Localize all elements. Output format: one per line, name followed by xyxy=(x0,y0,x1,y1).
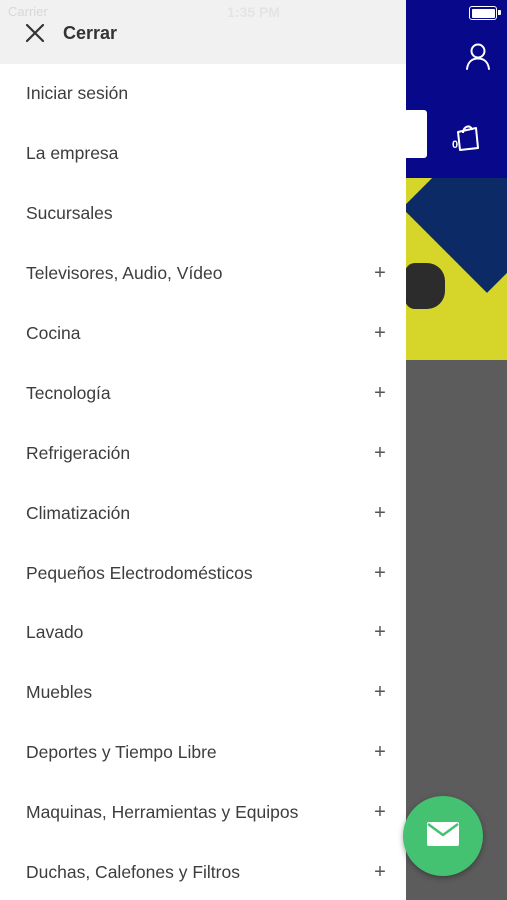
contact-mail-button[interactable] xyxy=(403,796,483,876)
plus-icon[interactable]: + xyxy=(372,681,388,704)
menu-item-label: La empresa xyxy=(26,143,119,164)
menu-item[interactable]: Climatización + xyxy=(0,483,406,543)
menu-item[interactable]: Iniciar sesión xyxy=(0,64,406,124)
drawer-menu: Iniciar sesión La empresa Sucursales Televi… xyxy=(0,64,406,900)
menu-item-label: Duchas, Calefones y Filtros xyxy=(26,862,240,883)
plus-icon[interactable]: + xyxy=(372,382,388,405)
close-button[interactable]: Cerrar xyxy=(20,18,117,48)
menu-item[interactable]: Duchas, Calefones y Filtros + xyxy=(0,843,406,900)
menu-item-label: Pequeños Electrodomésticos xyxy=(26,562,253,583)
close-label: Cerrar xyxy=(63,22,118,43)
menu-item-label: Refrigeración xyxy=(26,442,131,463)
mail-icon xyxy=(425,820,461,853)
menu-item[interactable]: Televisores, Audio, Vídeo + xyxy=(0,244,406,304)
menu-item[interactable]: Muebles + xyxy=(0,663,406,723)
menu-item[interactable]: Cocina + xyxy=(0,304,406,364)
menu-item-label: Televisores, Audio, Vídeo xyxy=(26,263,223,284)
menu-item[interactable]: Refrigeración + xyxy=(0,423,406,483)
plus-icon[interactable]: + xyxy=(372,442,388,465)
plus-icon[interactable]: + xyxy=(372,741,388,764)
close-icon[interactable] xyxy=(20,18,50,48)
menu-item[interactable]: Deportes y Tiempo Libre + xyxy=(0,723,406,783)
menu-item[interactable]: Maquinas, Herramientas y Equipos + xyxy=(0,783,406,843)
menu-item-label: Iniciar sesión xyxy=(26,83,129,104)
menu-item[interactable]: Tecnología + xyxy=(0,363,406,423)
menu-item-label: Tecnología xyxy=(26,382,111,403)
drawer-header: Cerrar xyxy=(0,0,406,64)
menu-item[interactable]: Lavado + xyxy=(0,603,406,663)
plus-icon[interactable]: + xyxy=(372,562,388,585)
plus-icon[interactable]: + xyxy=(372,502,388,525)
menu-item-label: Muebles xyxy=(26,682,93,703)
menu-item-label: Deportes y Tiempo Libre xyxy=(26,742,217,763)
plus-icon[interactable]: + xyxy=(372,262,388,285)
user-icon[interactable] xyxy=(462,40,494,72)
plus-icon[interactable]: + xyxy=(372,861,388,884)
menu-item[interactable]: La empresa xyxy=(0,124,406,184)
menu-item-label: Sucursales xyxy=(26,203,113,224)
side-drawer: Cerrar Iniciar sesión La empresa Sucursale… xyxy=(0,0,406,900)
speaker-image xyxy=(405,263,445,309)
plus-icon[interactable]: + xyxy=(372,322,388,345)
plus-icon[interactable]: + xyxy=(372,801,388,824)
menu-item-label: Climatización xyxy=(26,502,131,523)
menu-item[interactable]: Pequeños Electrodomésticos + xyxy=(0,543,406,603)
menu-item-label: Maquinas, Herramientas y Equipos xyxy=(26,802,299,823)
cart-count-badge: 0 xyxy=(451,139,459,151)
menu-item-label: Lavado xyxy=(26,622,84,643)
menu-item-label: Cocina xyxy=(26,323,81,343)
plus-icon[interactable]: + xyxy=(372,621,388,644)
menu-item[interactable]: Sucursales xyxy=(0,184,406,244)
